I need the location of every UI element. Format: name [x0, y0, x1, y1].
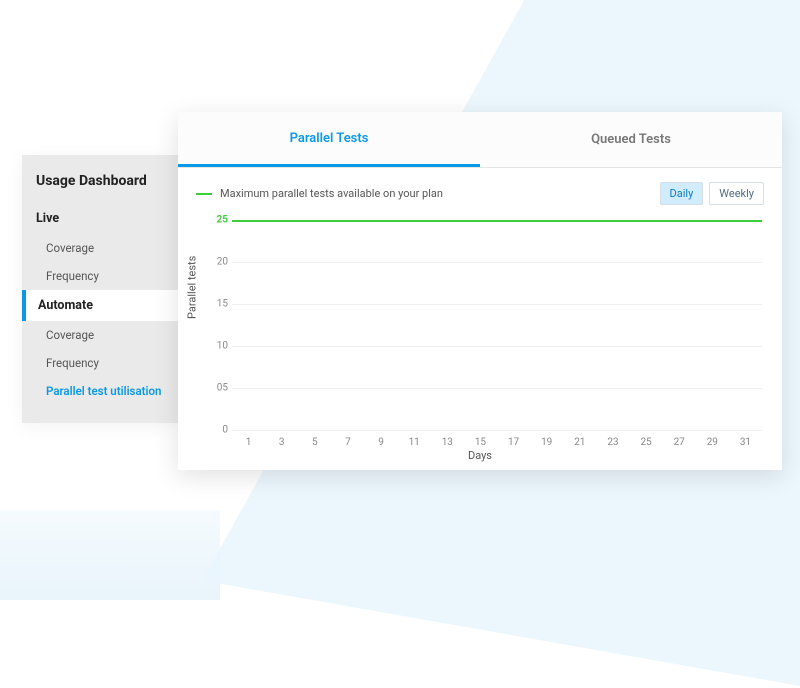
background-gradient-bottom — [0, 510, 220, 600]
x-tick: 21 — [574, 437, 585, 448]
x-tick: 5 — [312, 437, 318, 448]
x-tick: 29 — [707, 437, 718, 448]
tab-bar: Parallel Tests Queued Tests — [178, 112, 782, 168]
x-tick: 7 — [345, 437, 351, 448]
sidebar-group-live[interactable]: Live — [22, 203, 178, 234]
period-toggle: Daily Weekly — [660, 182, 764, 205]
period-daily-button[interactable]: Daily — [660, 182, 704, 205]
sidebar-item-frequency-automate[interactable]: Frequency — [22, 349, 178, 377]
y-tick: 10 — [208, 341, 228, 352]
main-card: Parallel Tests Queued Tests Maximum para… — [178, 112, 782, 470]
x-tick: 13 — [442, 437, 453, 448]
legend-text: Maximum parallel tests available on your… — [220, 187, 443, 200]
period-weekly-button[interactable]: Weekly — [709, 182, 764, 205]
legend-row: Maximum parallel tests available on your… — [196, 182, 764, 205]
max-plan-line — [232, 220, 762, 222]
y-tick: 05 — [208, 383, 228, 394]
x-tick: 1 — [246, 437, 252, 448]
x-tick: 17 — [508, 437, 519, 448]
x-axis-label: Days — [178, 449, 782, 462]
gridline — [232, 304, 762, 305]
y-tick: 20 — [208, 257, 228, 268]
x-tick: 27 — [674, 437, 685, 448]
tab-parallel-tests[interactable]: Parallel Tests — [178, 112, 480, 167]
sidebar: Usage Dashboard Live Coverage Frequency … — [22, 155, 178, 423]
x-tick: 31 — [740, 437, 751, 448]
x-tick: 19 — [541, 437, 552, 448]
x-tick: 23 — [607, 437, 618, 448]
sidebar-item-coverage-automate[interactable]: Coverage — [22, 321, 178, 349]
y-tick: 0 — [208, 425, 228, 436]
y-axis-label: Parallel tests — [186, 256, 199, 319]
tab-queued-tests[interactable]: Queued Tests — [480, 112, 782, 167]
sidebar-item-parallel-util[interactable]: Parallel test utilisation — [22, 377, 178, 405]
y-tick: 15 — [208, 299, 228, 310]
sidebar-item-coverage-live[interactable]: Coverage — [22, 234, 178, 262]
x-tick: 11 — [409, 437, 420, 448]
y-tick: 25 — [208, 215, 228, 226]
x-tick: 3 — [279, 437, 285, 448]
sidebar-item-frequency-live[interactable]: Frequency — [22, 262, 178, 290]
sidebar-title: Usage Dashboard — [22, 173, 178, 203]
gridline — [232, 262, 762, 263]
gridline — [232, 430, 762, 431]
gridline — [232, 388, 762, 389]
gridline — [232, 346, 762, 347]
sidebar-group-automate[interactable]: Automate — [22, 290, 178, 321]
x-tick: 25 — [640, 437, 651, 448]
x-tick: 15 — [475, 437, 486, 448]
content-area: Maximum parallel tests available on your… — [178, 168, 782, 470]
legend: Maximum parallel tests available on your… — [196, 187, 443, 200]
legend-dash-icon — [196, 193, 212, 195]
chart-plot-area: 00510152025135791113151719212325272931 — [232, 220, 762, 430]
x-tick: 9 — [378, 437, 384, 448]
